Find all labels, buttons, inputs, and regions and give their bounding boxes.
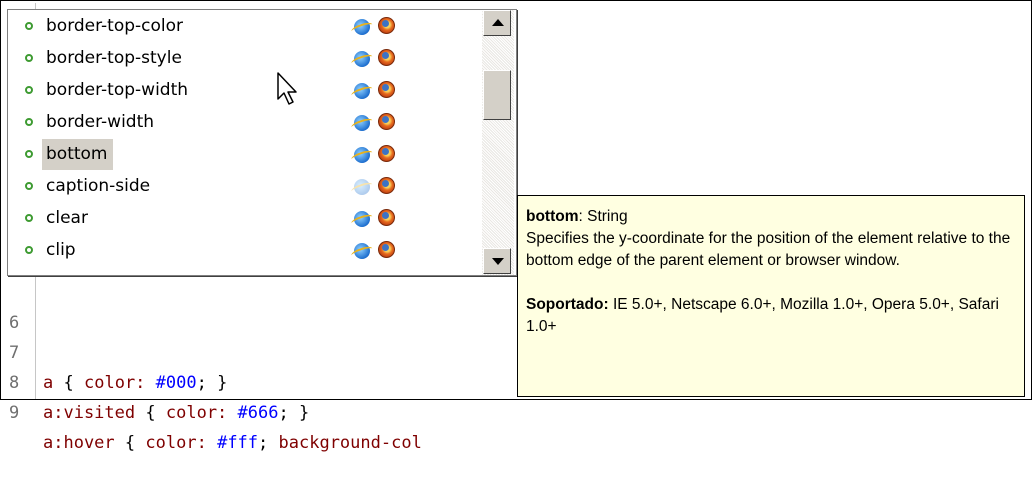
list-item[interactable]: border-top-style xyxy=(8,43,480,74)
ie-icon xyxy=(354,19,370,35)
firefox-icon xyxy=(378,49,395,66)
mouse-pointer-icon xyxy=(277,72,297,105)
css-value: #666 xyxy=(237,403,279,423)
css-selector: a:hover xyxy=(43,433,115,453)
firefox-icon xyxy=(378,209,395,226)
property-label: border-top-style xyxy=(46,48,182,68)
list-item[interactable]: clip xyxy=(8,235,480,266)
code-text: a:hover { color: #fff; background-col xyxy=(43,433,422,453)
ie-icon xyxy=(354,211,370,227)
property-label: border-top-color xyxy=(46,16,184,36)
property-bullet-icon xyxy=(25,86,33,94)
firefox-icon xyxy=(378,145,395,162)
tooltip-property-name: bottom xyxy=(526,208,579,225)
list-item[interactable]: caption-side xyxy=(8,171,480,202)
tooltip-support: Soportado: IE 5.0+, Netscape 6.0+, Mozil… xyxy=(526,294,1016,338)
list-item[interactable]: clear xyxy=(8,203,480,234)
ie-icon xyxy=(354,243,370,259)
property-bullet-icon xyxy=(25,150,33,158)
property-tooltip: bottom: String Specifies the y-coordinat… xyxy=(517,195,1025,397)
tooltip-property-type: : String xyxy=(578,208,628,225)
scroll-thumb[interactable] xyxy=(483,70,511,120)
list-item[interactable]: border-width xyxy=(8,107,480,138)
property-label: border-width xyxy=(46,112,155,132)
tooltip-support-label: Soportado: xyxy=(526,296,609,313)
css-value: #fff xyxy=(217,433,259,453)
property-label: clip xyxy=(46,240,76,260)
arrow-up-icon xyxy=(492,19,504,26)
scroll-down-button[interactable] xyxy=(483,248,511,274)
ie-icon xyxy=(354,51,370,67)
vertical-scrollbar[interactable] xyxy=(482,10,514,275)
ie-icon-faded xyxy=(354,179,370,195)
property-label: bottom xyxy=(42,139,114,170)
firefox-icon xyxy=(378,81,395,98)
tooltip-heading: bottom: String xyxy=(526,206,1016,228)
list-item-selected[interactable]: bottom xyxy=(8,139,480,170)
property-bullet-icon xyxy=(25,246,33,254)
ie-icon xyxy=(354,83,370,99)
css-property: color: xyxy=(165,403,228,423)
firefox-icon xyxy=(378,177,395,194)
property-label: clear xyxy=(46,208,88,228)
code-text: a:visited { color: #666; } xyxy=(43,403,310,423)
firefox-icon xyxy=(378,241,395,258)
firefox-icon xyxy=(378,17,395,34)
css-property: color: xyxy=(145,433,207,453)
property-bullet-icon xyxy=(25,214,33,222)
property-label: caption-side xyxy=(46,176,151,196)
property-bullet-icon xyxy=(25,182,33,190)
line-number: 9 xyxy=(9,403,20,423)
autocomplete-popup[interactable]: border-top-color border-top-style border… xyxy=(7,9,517,276)
arrow-down-icon xyxy=(492,258,504,265)
property-bullet-icon xyxy=(25,22,33,30)
firefox-icon xyxy=(378,113,395,130)
ie-icon xyxy=(354,147,370,163)
list-item[interactable]: border-top-width xyxy=(8,75,480,106)
autocomplete-list[interactable]: border-top-color border-top-style border… xyxy=(8,10,480,275)
property-bullet-icon xyxy=(25,54,33,62)
scroll-up-button[interactable] xyxy=(483,10,511,36)
list-item[interactable]: border-top-color xyxy=(8,11,480,42)
property-bullet-icon xyxy=(25,118,33,126)
window-frame: 6 7 a { color: #000; } 8 a:visited { col… xyxy=(0,0,1032,453)
ie-icon xyxy=(354,115,370,131)
tooltip-description: Specifies the y-coordinate for the posit… xyxy=(526,230,1011,269)
property-label: border-top-width xyxy=(46,80,189,100)
